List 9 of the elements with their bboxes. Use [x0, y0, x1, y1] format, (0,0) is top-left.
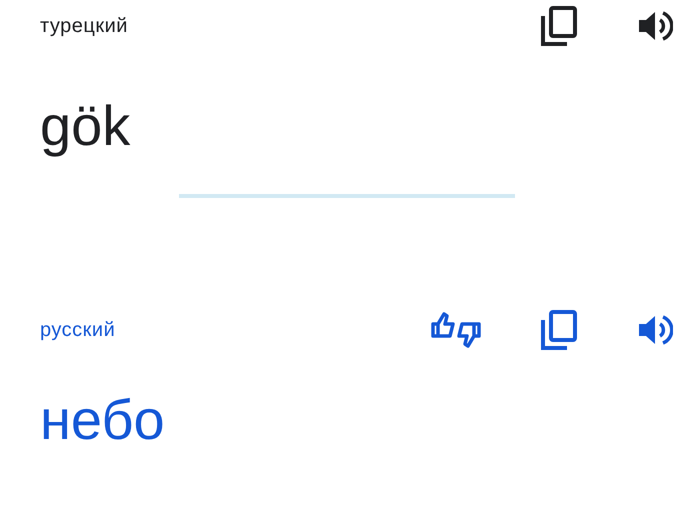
copy-icon[interactable] — [541, 6, 577, 46]
thumbs-up-down-icon[interactable] — [431, 310, 481, 350]
source-language: турецкий — [40, 14, 129, 39]
copy-icon[interactable] — [541, 310, 577, 350]
speaker-icon[interactable] — [637, 10, 673, 42]
speaker-icon[interactable] — [637, 314, 673, 346]
target-text: небо — [40, 388, 165, 451]
target-language: русский — [40, 318, 116, 343]
source-text: gök — [40, 94, 130, 157]
